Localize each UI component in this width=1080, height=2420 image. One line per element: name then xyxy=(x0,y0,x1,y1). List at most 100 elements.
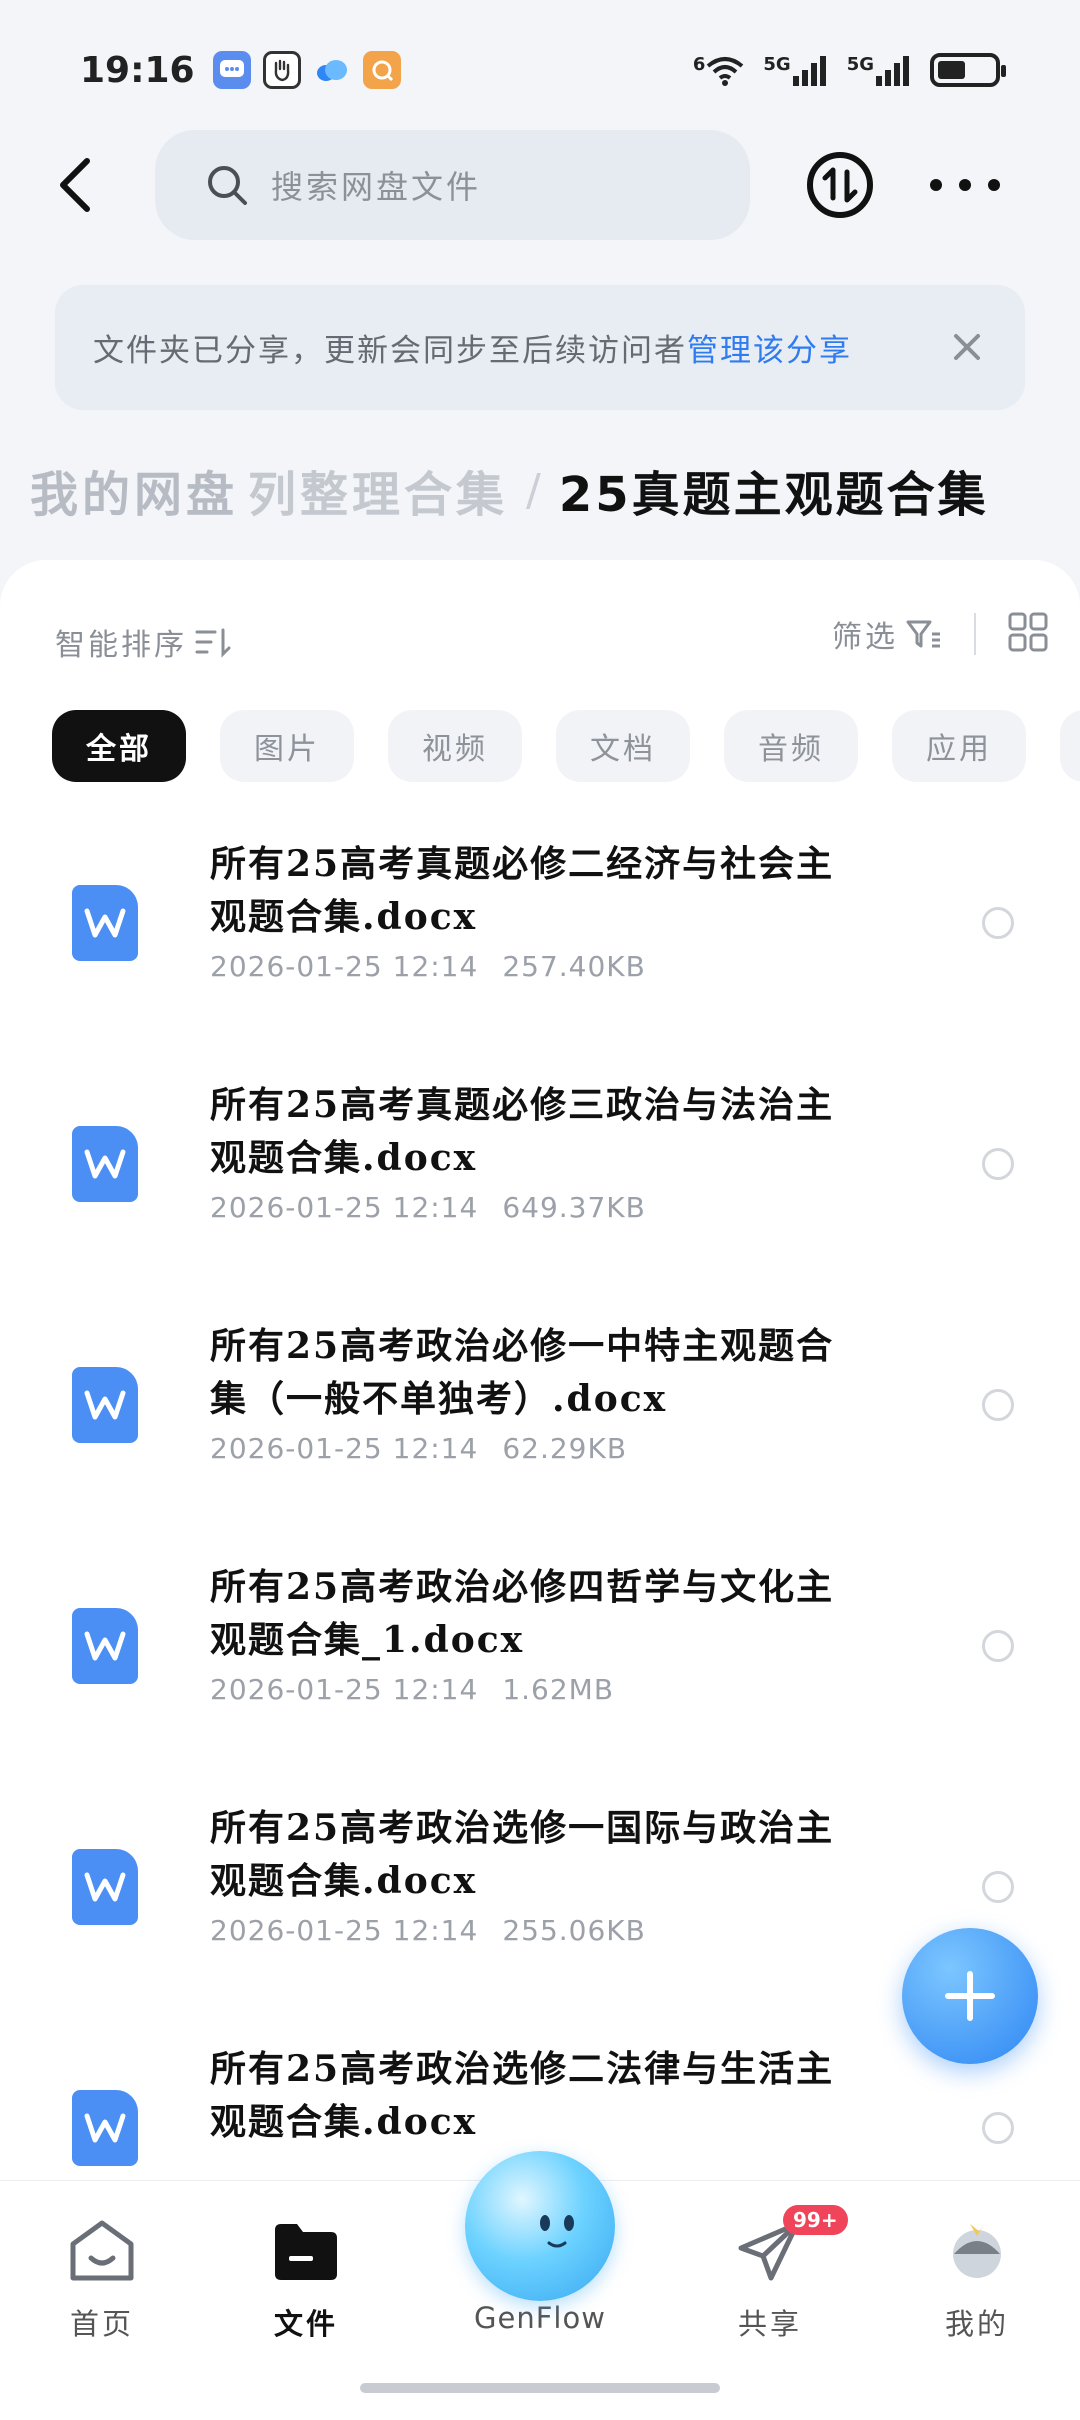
file-row[interactable]: 所有25高考政治必修一中特主观题合 集（一般不单独考）.docx 2026-01-… xyxy=(0,1312,1080,1553)
wifi-indicator: 6 xyxy=(693,54,746,86)
battery-fill xyxy=(938,61,965,79)
file-size: 257.40KB xyxy=(502,950,646,983)
grid-view-button[interactable] xyxy=(1006,610,1050,658)
word-doc-icon xyxy=(72,1367,138,1443)
close-icon xyxy=(954,334,980,360)
home-indicator xyxy=(360,2383,720,2393)
manage-share-link[interactable]: 管理该分享 xyxy=(687,325,852,370)
file-list: 所有25高考真题必修二经济与社会主 观题合集.docx 2026-01-25 12… xyxy=(0,830,1080,2276)
sort-button[interactable]: 智能排序 xyxy=(55,620,233,664)
file-date: 2026-01-25 12:14 xyxy=(210,1432,479,1465)
wifi-label: 6 xyxy=(692,54,706,75)
file-row[interactable]: 所有25高考政治必修四哲学与文化主 观题合集_1.docx 2026-01-25 … xyxy=(0,1553,1080,1794)
file-name: 所有25高考真题必修二经济与社会主 观题合集.docx xyxy=(210,838,910,944)
filter-controls: 筛选 xyxy=(832,610,1050,658)
breadcrumb: 我的网盘 列整理合集 / 25真题主观题合集 xyxy=(30,450,989,530)
file-name-line: 所有25高考政治选修二法律与生活主 xyxy=(210,2048,835,2090)
nav-share-label: 共享 xyxy=(737,2307,802,2341)
transfer-button[interactable] xyxy=(805,150,875,220)
file-name-line: 观题合集.docx xyxy=(210,1137,478,1179)
avatar xyxy=(902,2211,1052,2291)
share-notice-text: 文件夹已分享，更新会同步至后续访问者 xyxy=(93,333,687,369)
file-name-line: 观题合集.docx xyxy=(210,2101,478,2143)
file-date: 2026-01-25 12:14 xyxy=(210,1914,479,1947)
select-checkbox[interactable] xyxy=(982,907,1014,939)
wifi-icon xyxy=(707,57,744,86)
file-size: 1.62MB xyxy=(502,1673,615,1706)
file-date: 2026-01-25 12:14 xyxy=(210,950,479,983)
signal-indicator-2: 5G xyxy=(847,54,912,86)
nav-share[interactable]: 99+ 共享 xyxy=(695,2205,848,2343)
nav-genflow-label: GenFlow xyxy=(474,2301,606,2335)
signal-bars-icon xyxy=(792,56,826,86)
nav-genflow[interactable]: GenFlow xyxy=(465,2151,615,2335)
word-doc-icon xyxy=(72,885,138,961)
tab-apps[interactable]: 应用 xyxy=(892,710,1026,782)
search-icon xyxy=(208,166,247,205)
nav-mine[interactable]: 我的 xyxy=(902,2211,1052,2343)
select-checkbox[interactable] xyxy=(982,1630,1014,1662)
more-dot-icon xyxy=(930,179,942,191)
sort-label: 智能排序 xyxy=(55,628,187,663)
tab-more[interactable] xyxy=(1060,710,1080,782)
file-name: 所有25高考政治必修四哲学与文化主 观题合集_1.docx xyxy=(210,1561,910,1667)
transfer-icon xyxy=(807,152,873,218)
breadcrumb-separator: / xyxy=(526,464,541,516)
filter-label: 筛选 xyxy=(832,620,898,655)
qq-browser-app-icon xyxy=(362,51,401,89)
back-button[interactable] xyxy=(40,150,110,220)
breadcrumb-root[interactable]: 我的网盘 xyxy=(30,455,238,525)
search-input[interactable]: 搜索网盘文件 xyxy=(155,130,750,240)
hand-app-icon xyxy=(262,51,301,89)
file-size: 62.29KB xyxy=(502,1432,628,1465)
file-row[interactable]: 所有25高考真题必修二经济与社会主 观题合集.docx 2026-01-25 12… xyxy=(0,830,1080,1071)
file-row[interactable]: 所有25高考真题必修三政治与法治主 观题合集.docx 2026-01-25 12… xyxy=(0,1071,1080,1312)
tab-audio[interactable]: 音频 xyxy=(724,710,858,782)
top-bar: 搜索网盘文件 xyxy=(0,130,1080,240)
more-dot-icon xyxy=(988,179,1000,191)
nav-home-label: 首页 xyxy=(69,2307,134,2341)
file-name-line: 所有25高考政治必修四哲学与文化主 xyxy=(210,1566,835,1608)
file-size: 255.06KB xyxy=(502,1914,646,1947)
file-date: 2026-01-25 12:14 xyxy=(210,1673,479,1706)
status-indicators: 6 5G 5G xyxy=(693,53,1006,87)
file-name-line: 观题合集_1.docx xyxy=(210,1619,525,1661)
select-checkbox[interactable] xyxy=(982,1389,1014,1421)
file-name-line: 所有25高考真题必修三政治与法治主 xyxy=(210,1084,835,1126)
word-doc-icon xyxy=(72,1608,138,1684)
add-button[interactable] xyxy=(902,1928,1038,2064)
file-name-line: 观题合集.docx xyxy=(210,1860,478,1902)
file-name-line: 观题合集.docx xyxy=(210,896,478,938)
file-meta: 2026-01-25 12:14 62.29KB xyxy=(210,1432,627,1465)
genflow-icon xyxy=(465,2151,615,2301)
file-name-line: 所有25高考政治必修一中特主观题合 xyxy=(210,1325,835,1367)
file-name: 所有25高考政治选修一国际与政治主 观题合集.docx xyxy=(210,1802,910,1908)
signal-bars-icon xyxy=(876,56,909,86)
select-checkbox[interactable] xyxy=(982,1871,1014,1903)
grid-view-icon xyxy=(1008,612,1048,652)
filter-button[interactable]: 筛选 xyxy=(832,612,944,656)
signal-label-1: 5G xyxy=(763,54,791,75)
share-notice-banner: 文件夹已分享，更新会同步至后续访问者 管理该分享 xyxy=(55,285,1025,410)
select-checkbox[interactable] xyxy=(982,1148,1014,1180)
file-size: 649.37KB xyxy=(502,1191,646,1224)
word-doc-icon xyxy=(72,1126,138,1202)
breadcrumb-parent[interactable]: 列整理合集 xyxy=(248,455,508,525)
message-app-icon xyxy=(212,51,251,89)
nav-files[interactable]: 文件 xyxy=(231,2211,381,2343)
tab-videos[interactable]: 视频 xyxy=(388,710,522,782)
tab-all[interactable]: 全部 xyxy=(52,710,186,782)
sort-icon xyxy=(195,628,231,658)
share-badge: 99+ xyxy=(783,2205,848,2235)
file-name: 所有25高考真题必修三政治与法治主 观题合集.docx xyxy=(210,1079,910,1185)
tab-documents[interactable]: 文档 xyxy=(556,710,690,782)
file-name: 所有25高考政治必修一中特主观题合 集（一般不单独考）.docx xyxy=(210,1320,910,1426)
nav-files-label: 文件 xyxy=(273,2307,338,2341)
close-notice-button[interactable] xyxy=(947,327,987,367)
battery-icon xyxy=(930,53,1006,87)
file-meta: 2026-01-25 12:14 257.40KB xyxy=(210,950,646,983)
select-checkbox[interactable] xyxy=(982,2112,1014,2144)
more-options-button[interactable] xyxy=(930,155,1000,215)
tab-images[interactable]: 图片 xyxy=(220,710,354,782)
nav-home[interactable]: 首页 xyxy=(27,2211,177,2343)
